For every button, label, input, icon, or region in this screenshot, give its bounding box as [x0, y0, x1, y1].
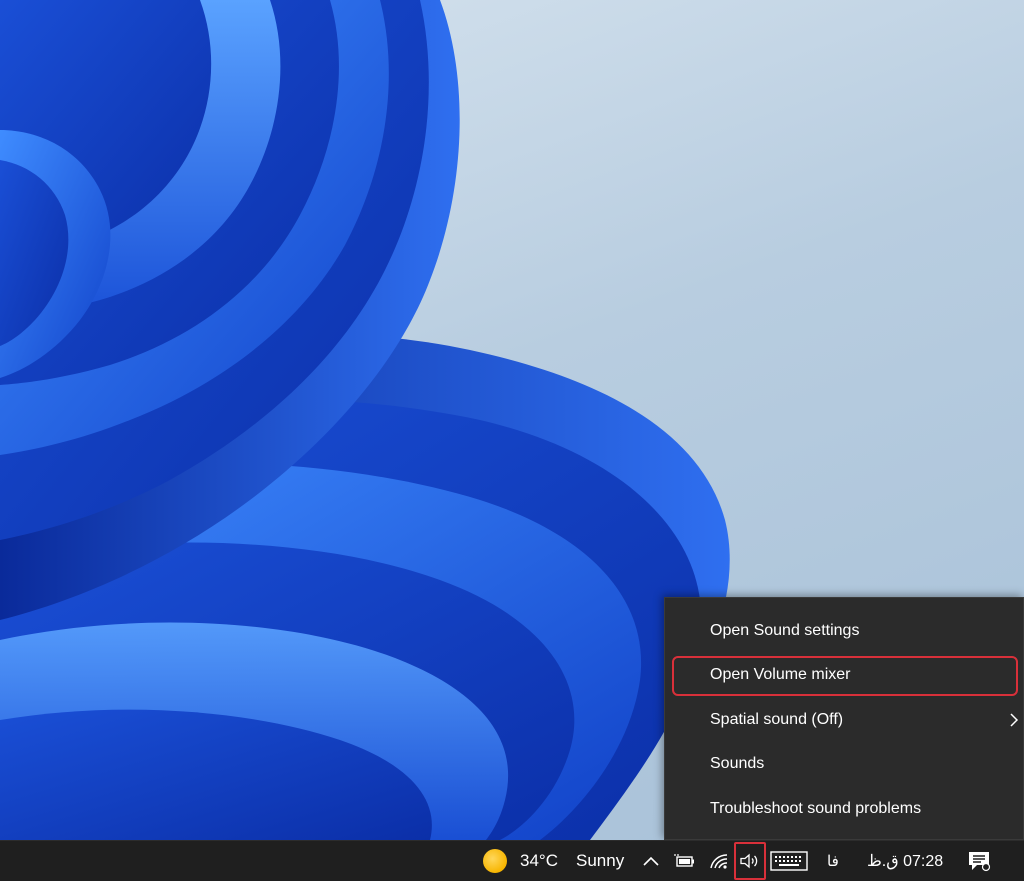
- menu-item-spatial-sound[interactable]: Spatial sound (Off): [665, 698, 1024, 742]
- speaker-icon: [740, 853, 758, 869]
- volume-button[interactable]: [737, 841, 763, 881]
- menu-item-label: Sounds: [710, 755, 765, 772]
- menu-item-open-volume-mixer[interactable]: Open Volume mixer: [665, 653, 1024, 697]
- show-hidden-icons-button[interactable]: [641, 841, 661, 881]
- menu-item-label: Spatial sound (Off): [710, 711, 844, 728]
- clock-time: 07:28 ق.ظ: [867, 853, 944, 870]
- touch-keyboard-button[interactable]: [769, 841, 809, 881]
- chevron-up-icon: [643, 856, 659, 866]
- sound-context-menu: Open Sound settings Open Volume mixer Sp…: [664, 597, 1024, 840]
- battery-charging-icon: [674, 854, 694, 867]
- wifi-icon: [710, 854, 728, 869]
- taskbar: 34°C Sunny فا 07:28 ق.ظ: [0, 840, 1024, 881]
- sun-icon: [483, 849, 507, 873]
- weather-widget[interactable]: 34°C: [483, 841, 558, 881]
- battery-button[interactable]: [673, 841, 697, 881]
- menu-item-sounds[interactable]: Sounds: [665, 742, 1024, 786]
- menu-item-label: Open Volume mixer: [710, 666, 851, 683]
- weather-condition-container[interactable]: Sunny: [576, 841, 624, 881]
- network-button[interactable]: [707, 841, 731, 881]
- weather-temperature: 34°C: [520, 851, 558, 870]
- notification-center-button[interactable]: [966, 841, 992, 881]
- input-language-button[interactable]: فا: [827, 841, 839, 881]
- menu-item-label: Open Sound settings: [710, 622, 860, 639]
- weather-condition: Sunny: [576, 851, 625, 870]
- clock-button[interactable]: 07:28 ق.ظ: [867, 841, 943, 881]
- chevron-right-icon: [1010, 713, 1019, 727]
- input-language-label: فا: [827, 853, 839, 870]
- menu-item-troubleshoot-sound[interactable]: Troubleshoot sound problems: [665, 787, 1024, 831]
- notification-center-icon: [969, 852, 991, 872]
- menu-item-label: Troubleshoot sound problems: [710, 800, 922, 817]
- menu-item-open-sound-settings[interactable]: Open Sound settings: [665, 609, 1024, 653]
- touch-keyboard-icon: [770, 851, 808, 871]
